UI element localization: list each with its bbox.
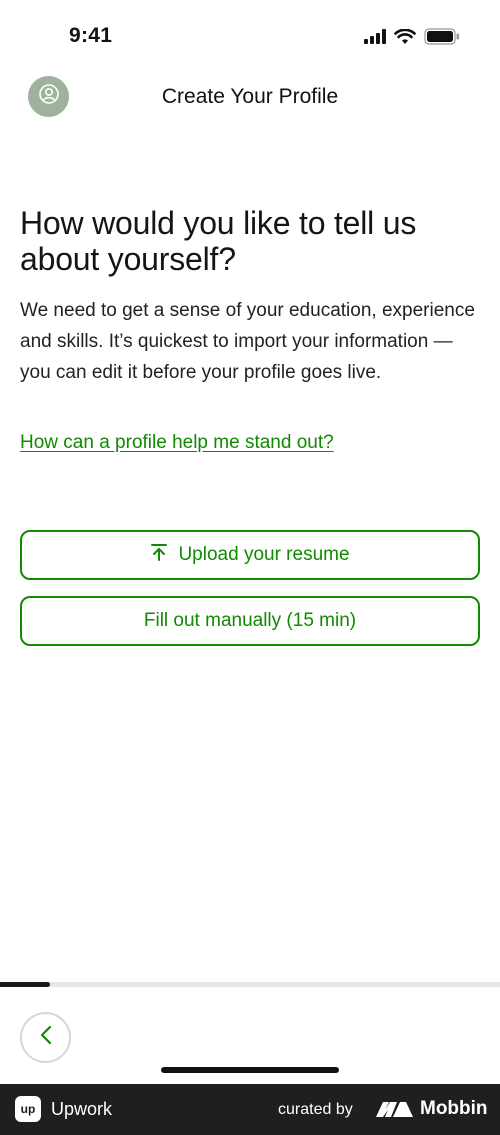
mobbin-logo-icon: [376, 1100, 414, 1123]
fill-manually-label: Fill out manually (15 min): [143, 610, 357, 631]
upload-resume-button[interactable]: Upload your resume: [20, 530, 480, 580]
footer-app-name: Upwork: [51, 1099, 113, 1119]
progress-bar: [0, 982, 500, 987]
upload-arrow-icon: [150, 543, 168, 567]
wifi-icon: [394, 28, 416, 45]
back-button[interactable]: [20, 1012, 71, 1063]
profile-help-link[interactable]: How can a profile help me stand out?: [20, 432, 334, 454]
status-time: 9:41: [69, 24, 113, 47]
home-indicator: [161, 1067, 339, 1073]
headline: How would you like to tell us about your…: [20, 205, 417, 277]
progress-fill: [0, 982, 50, 987]
footer-curated-by: curated by: [278, 1101, 353, 1118]
upload-resume-label: Upload your resume: [178, 544, 350, 565]
chevron-left-icon: [40, 1025, 52, 1050]
status-bar: 9:41: [0, 0, 500, 72]
upwork-logo-icon: up: [15, 1096, 41, 1122]
fill-manually-button[interactable]: Fill out manually (15 min): [20, 596, 480, 646]
page-title: Create Your Profile: [161, 85, 339, 108]
footer: up Upwork curated by Mobbin: [0, 1084, 500, 1135]
footer-brand: Mobbin: [420, 1098, 488, 1119]
battery-icon: [424, 28, 460, 45]
intro-text: We need to get a sense of your education…: [20, 300, 475, 383]
status-icons: [364, 28, 460, 45]
cellular-signal-icon: [364, 29, 386, 44]
header: Create Your Profile: [0, 72, 500, 122]
